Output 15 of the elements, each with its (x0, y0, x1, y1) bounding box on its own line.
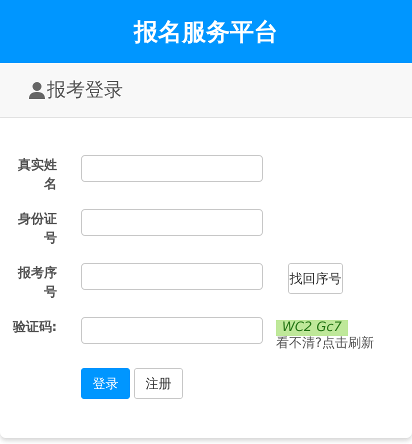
input-field[interactable] (81, 317, 263, 344)
register-button[interactable]: 注册 (134, 368, 183, 399)
user-icon (28, 81, 46, 99)
field-label: 真实姓名 (17, 156, 57, 194)
field-label: 身份证号 (17, 211, 57, 248)
input-field[interactable] (81, 209, 263, 236)
site-title: 报名服务平台 (134, 16, 278, 48)
field-label: 验证码: (12, 319, 57, 337)
panel-title: 报考登录 (47, 78, 123, 103)
input-field[interactable] (81, 155, 263, 182)
input-field[interactable] (81, 263, 263, 290)
refresh-link[interactable]: 看不清?点击刷新 (276, 336, 374, 352)
recover-button[interactable]: 找回序号 (288, 263, 343, 294)
field-label: 报考序号 (16, 264, 57, 302)
captcha-image[interactable]: WC2 Gc7 (276, 320, 348, 336)
